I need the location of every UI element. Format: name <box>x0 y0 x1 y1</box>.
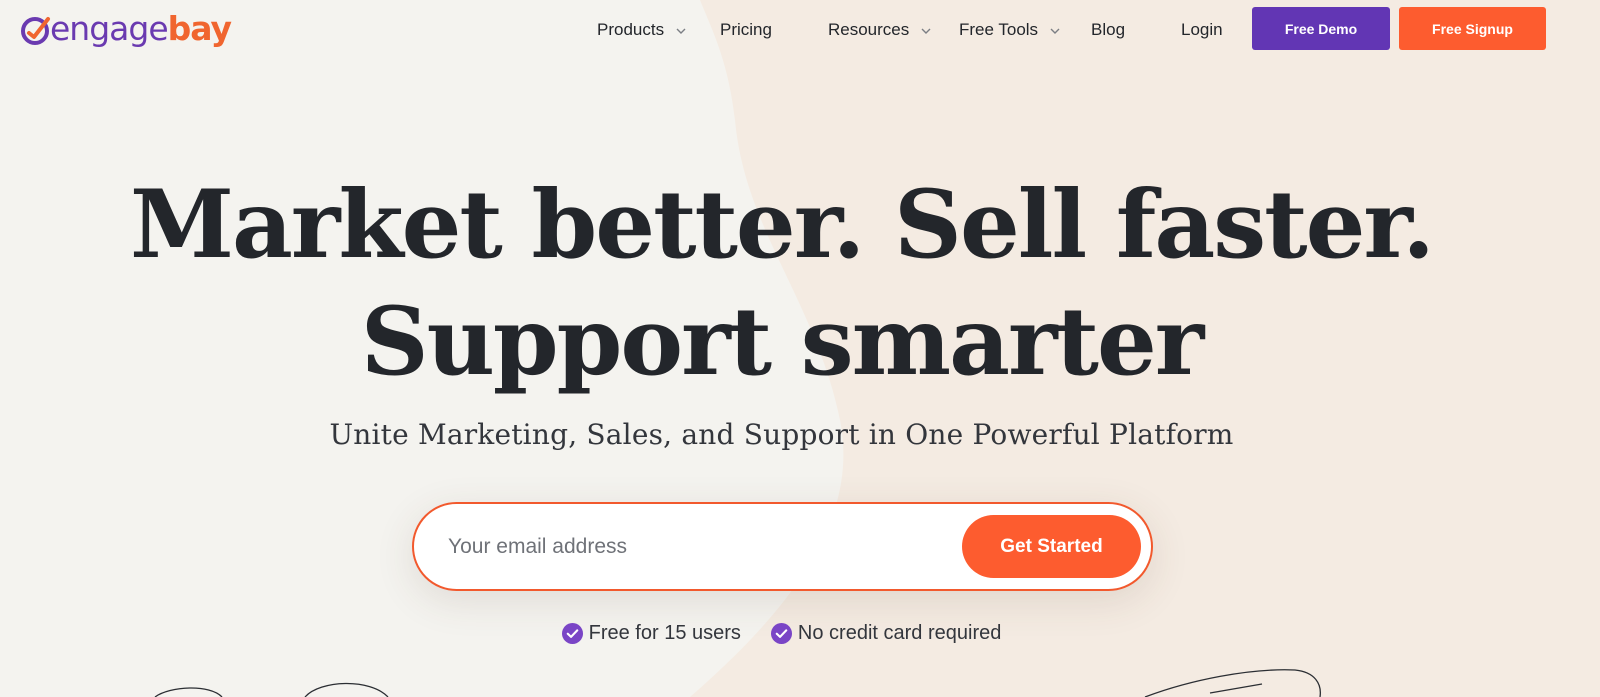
nav-products-label: Products <box>597 20 665 39</box>
email-signup-form: Get Started <box>412 502 1153 591</box>
decorative-doodles <box>154 669 1321 697</box>
hero-title-line2: Support smarter <box>360 287 1205 397</box>
nav-products[interactable]: Products <box>597 18 686 42</box>
perk-label: No credit card required <box>797 622 1002 644</box>
check-circle-icon <box>561 623 583 644</box>
chevron-down-icon <box>1050 28 1060 34</box>
nav-free-tools-label: Free Tools <box>959 20 1039 39</box>
free-demo-button[interactable]: Free Demo <box>1252 7 1390 50</box>
logo-text: engagebay <box>50 8 232 48</box>
chevron-down-icon <box>676 28 686 34</box>
nav-login[interactable]: Login <box>1181 18 1223 42</box>
nav-pricing[interactable]: Pricing <box>720 18 772 42</box>
nav-login-label: Login <box>1181 20 1223 39</box>
perk-item: No credit card required <box>770 622 1002 645</box>
hero-title-line1: Market better. Sell faster. <box>129 170 1435 280</box>
top-navigation: engagebay Products Pricing Resources Fre… <box>0 0 1600 58</box>
check-circle-icon <box>770 623 792 644</box>
nav-resources[interactable]: Resources <box>828 18 931 42</box>
get-started-button[interactable]: Get Started <box>962 515 1141 578</box>
nav-pricing-label: Pricing <box>720 20 772 39</box>
free-signup-button[interactable]: Free Signup <box>1399 7 1546 50</box>
nav-blog-label: Blog <box>1091 20 1126 39</box>
perk-label: Free for 15 users <box>588 622 741 644</box>
nav-blog[interactable]: Blog <box>1091 18 1125 42</box>
logo[interactable]: engagebay <box>20 8 232 48</box>
email-input[interactable] <box>448 526 918 568</box>
perk-item: Free for 15 users <box>561 622 741 645</box>
engagebay-logo-icon <box>21 17 50 45</box>
hero-subtitle: Unite Marketing, Sales, and Support in O… <box>329 418 1234 451</box>
chevron-down-icon <box>921 28 931 34</box>
nav-resources-label: Resources <box>828 20 910 39</box>
perks-list: Free for 15 users No credit card require… <box>0 622 1563 645</box>
nav-free-tools[interactable]: Free Tools <box>959 18 1060 42</box>
